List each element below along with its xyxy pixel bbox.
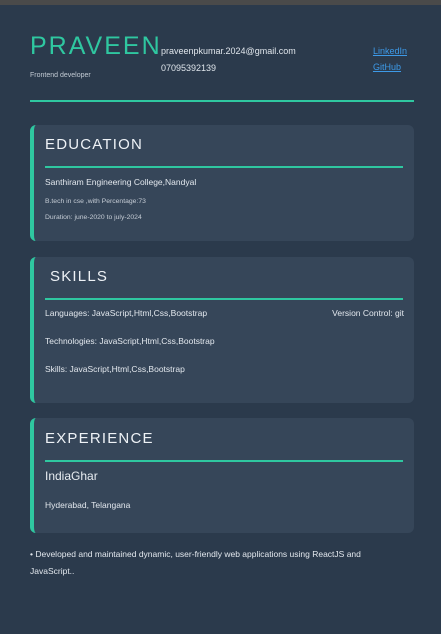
role-text: Frontend developer bbox=[30, 72, 91, 79]
resume-header: PRAVEEN Frontend developer praveenpkumar… bbox=[30, 30, 414, 102]
experience-card: EXPERIENCE IndiaGhar Hyderabad, Telangan… bbox=[30, 418, 414, 533]
phone-text: 07095392139 bbox=[161, 63, 217, 73]
github-link[interactable]: GitHub bbox=[373, 59, 407, 75]
skills-title: SKILLS bbox=[50, 268, 109, 285]
education-card: EDUCATION Santhiram Engineering College,… bbox=[30, 125, 414, 241]
technologies-text: Technologies: JavaScript,Html,Css,Bootst… bbox=[45, 336, 215, 346]
header-divider bbox=[30, 100, 414, 102]
version-control-text: Version Control: git bbox=[332, 308, 404, 318]
email-text: praveenpkumar.2024@gmail.com bbox=[161, 46, 296, 56]
experience-title: EXPERIENCE bbox=[45, 430, 154, 447]
languages-text: Languages: JavaScript,Html,Css,Bootstrap bbox=[45, 308, 208, 318]
contact-info: praveenpkumar.2024@gmail.com 07095392139 bbox=[161, 43, 296, 77]
skills-card: SKILLS Languages: JavaScript,Html,Css,Bo… bbox=[30, 257, 414, 403]
skills-divider bbox=[45, 298, 403, 300]
linkedin-link[interactable]: LinkedIn bbox=[373, 43, 407, 59]
college-text: Santhiram Engineering College,Nandyal bbox=[45, 177, 197, 187]
experience-divider bbox=[45, 460, 403, 462]
skills-text: Skills: JavaScript,Html,Css,Bootstrap bbox=[45, 364, 185, 374]
degree-text: B.tech in cse ,with Percentage:73 bbox=[45, 198, 146, 205]
name-heading: PRAVEEN bbox=[30, 32, 162, 60]
duration-text: Duration: june-2020 to july-2024 bbox=[45, 214, 142, 221]
experience-bullet: • Developed and maintained dynamic, user… bbox=[30, 549, 361, 576]
location-text: Hyderabad, Telangana bbox=[45, 500, 131, 510]
top-bar bbox=[0, 0, 441, 5]
company-name: IndiaGhar bbox=[45, 469, 98, 483]
education-divider bbox=[45, 166, 403, 168]
education-title: EDUCATION bbox=[45, 136, 144, 153]
profile-links: LinkedIn GitHub bbox=[373, 43, 407, 75]
